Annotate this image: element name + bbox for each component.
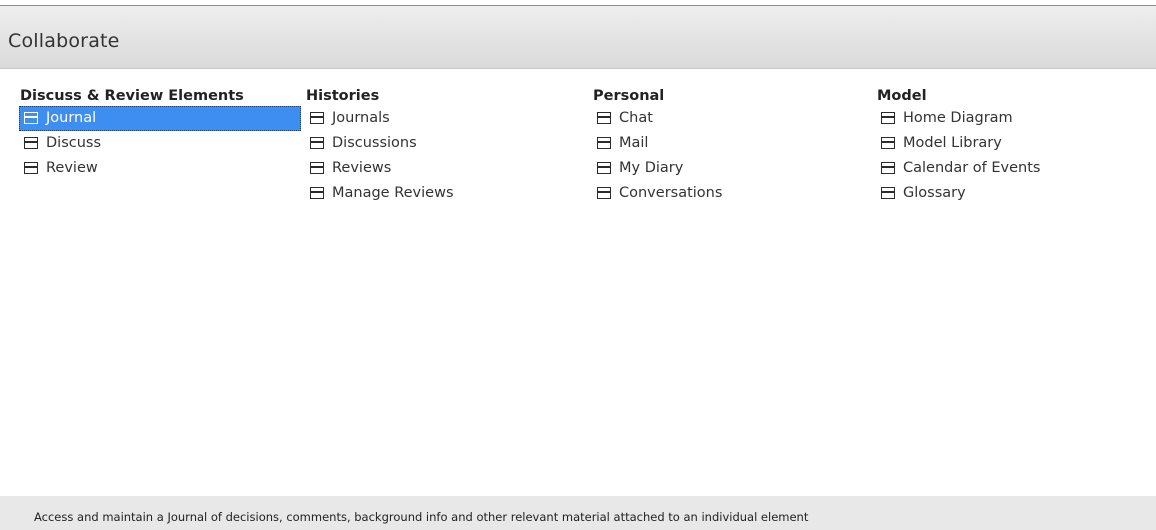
column-title: Personal: [593, 88, 665, 104]
item-label: Manage Reviews: [332, 185, 454, 201]
page-header: Collaborate: [0, 6, 1156, 69]
item-label: Chat: [619, 110, 653, 126]
item-model-library[interactable]: Model Library: [876, 131, 1156, 156]
column-histories: Histories Journals Discussions Reviews M…: [305, 86, 587, 206]
column-personal: Personal Chat Mail My Diary Conversation…: [592, 86, 874, 206]
item-journals[interactable]: Journals: [305, 106, 587, 131]
list-icon: [597, 187, 611, 199]
list-icon: [310, 162, 324, 174]
list-icon: [24, 137, 38, 149]
item-label: Calendar of Events: [903, 160, 1041, 176]
item-review[interactable]: Review: [19, 156, 301, 181]
item-label: Glossary: [903, 185, 966, 201]
item-reviews[interactable]: Reviews: [305, 156, 587, 181]
item-home-diagram[interactable]: Home Diagram: [876, 106, 1156, 131]
list-icon: [24, 112, 38, 124]
item-journal[interactable]: Journal: [19, 106, 301, 131]
item-my-diary[interactable]: My Diary: [592, 156, 874, 181]
item-label: Reviews: [332, 160, 392, 176]
list-icon: [881, 112, 895, 124]
item-label: Discussions: [332, 135, 417, 151]
item-conversations[interactable]: Conversations: [592, 181, 874, 206]
item-label: Review: [46, 160, 98, 176]
item-mail[interactable]: Mail: [592, 131, 874, 156]
column-discuss-review: Discuss & Review Elements Journal Discus…: [19, 86, 301, 181]
list-icon: [881, 162, 895, 174]
item-label: Conversations: [619, 185, 723, 201]
column-title: Discuss & Review Elements: [20, 88, 244, 104]
list-icon: [310, 112, 324, 124]
category-columns: Discuss & Review Elements Journal Discus…: [0, 86, 1156, 226]
item-glossary[interactable]: Glossary: [876, 181, 1156, 206]
list-icon: [597, 162, 611, 174]
column-title: Model: [877, 88, 927, 104]
list-icon: [597, 112, 611, 124]
item-label: Home Diagram: [903, 110, 1013, 126]
item-label: Discuss: [46, 135, 102, 151]
list-icon: [597, 137, 611, 149]
item-discussions[interactable]: Discussions: [305, 131, 587, 156]
column-title: Histories: [306, 88, 380, 104]
list-icon: [881, 137, 895, 149]
item-manage-reviews[interactable]: Manage Reviews: [305, 181, 587, 206]
column-model: Model Home Diagram Model Library Calenda…: [876, 86, 1156, 206]
list-icon: [310, 187, 324, 199]
item-discuss[interactable]: Discuss: [19, 131, 301, 156]
item-label: Model Library: [903, 135, 1002, 151]
item-chat[interactable]: Chat: [592, 106, 874, 131]
item-label: My Diary: [619, 160, 684, 176]
item-label: Mail: [619, 135, 649, 151]
list-icon: [881, 187, 895, 199]
item-label: Journal: [46, 110, 97, 126]
page-title: Collaborate: [8, 30, 120, 52]
item-description: Access and maintain a Journal of decisio…: [34, 510, 809, 524]
list-icon: [310, 137, 324, 149]
item-label: Journals: [332, 110, 390, 126]
item-calendar-of-events[interactable]: Calendar of Events: [876, 156, 1156, 181]
list-icon: [24, 162, 38, 174]
status-bar: Access and maintain a Journal of decisio…: [0, 496, 1156, 530]
